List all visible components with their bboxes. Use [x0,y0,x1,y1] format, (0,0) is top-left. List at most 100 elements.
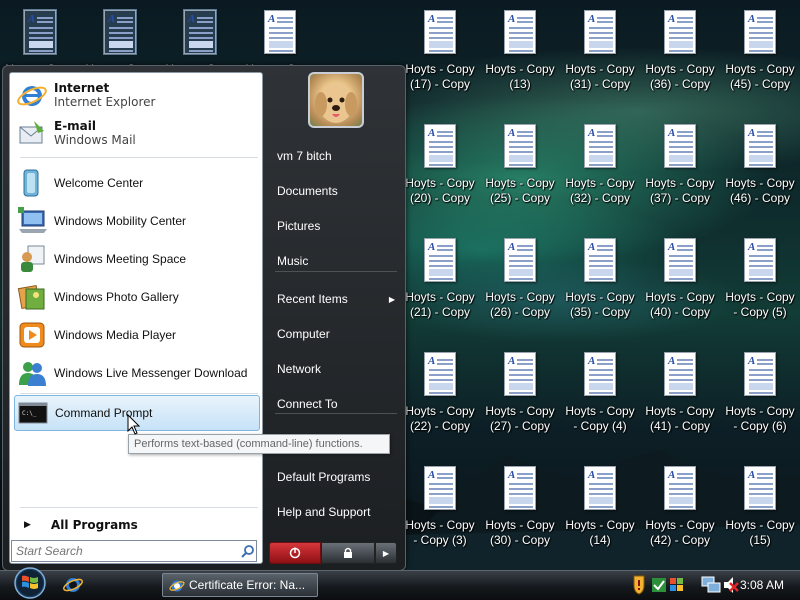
start-link-pictures[interactable]: Pictures [271,212,399,240]
desktop-file-icon[interactable]: A Hoyts - Copy (32) - Copy [560,120,640,230]
file-label-line2: (35) - Copy [569,305,631,319]
start-search-input[interactable] [11,540,257,562]
desktop-file-icon[interactable]: A Hoyts - Copy (22) - Copy [400,348,480,458]
document-icon: A [400,462,480,518]
document-icon: A [720,462,800,518]
start-link-label: Computer [277,327,330,341]
document-icon: A [720,6,800,62]
windows-flag-icon[interactable] [670,578,683,591]
program-live-messenger-download[interactable]: Windows Live Messenger Download [14,355,260,391]
pinned-email[interactable]: E-mail Windows Mail [14,115,260,151]
internet-explorer-icon [169,580,185,592]
desktop-file-icon[interactable]: A Hoyts - Copy (21) - Copy [400,234,480,344]
desktop-file-icon[interactable]: A Hoyts - Copy - Copy (3) [400,462,480,570]
start-link-label: Default Programs [277,470,371,484]
start-link-vm-7-bitch[interactable]: vm 7 bitch [271,142,399,170]
file-label-line1: Hoyts - Copy [485,290,555,304]
document-icon: A [720,234,800,290]
desktop-file-icon[interactable]: A Hoyts - Copy (15) [720,462,800,570]
document-icon: A [400,348,480,404]
start-link-computer[interactable]: Computer [271,320,399,348]
update-check-icon[interactable] [652,578,666,592]
desktop-file-icon[interactable]: A Hoyts - Copy (20) - Copy [400,120,480,230]
shutdown-options-button[interactable]: ▶ [375,542,397,564]
file-label-line2: (37) - Copy [649,191,711,205]
desktop-file-icon[interactable]: A Hoyts - Copy (36) - Copy [640,6,720,116]
desktop-file-icon[interactable]: A Hoyts - Copy (13) [480,6,560,116]
document-icon: A [400,120,480,176]
program-label: Welcome Center [54,176,144,190]
desktop-file-icon[interactable]: A Hoyts - Copy (26) - Copy [480,234,560,344]
document-icon: A [480,234,560,290]
document-icon: A [560,348,640,404]
desktop-file-icon[interactable]: A Hoyts - Copy (37) - Copy [640,120,720,230]
desktop-file-icon[interactable]: A Hoyts - Copy - Copy (4) [560,348,640,458]
program-welcome-center[interactable]: Welcome Center [14,165,260,201]
pinned-title: E-mail [54,119,97,133]
pinned-internet[interactable]: Internet Internet Explorer [14,77,260,113]
program-media-player[interactable]: Windows Media Player [14,317,260,353]
start-button[interactable] [8,566,52,600]
program-mobility-center[interactable]: Windows Mobility Center [14,203,260,239]
start-link-default-programs[interactable]: Default Programs [271,463,399,491]
start-link-label: Pictures [277,219,321,233]
quick-launch-ie-icon[interactable] [62,574,84,596]
svg-text:C:\_: C:\_ [22,410,37,417]
power-icon [289,547,301,559]
file-label-line1: Hoyts - Copy [645,290,715,304]
document-icon: A [400,6,480,62]
document-icon: A [720,120,800,176]
desktop-file-icon[interactable]: A Hoyts - Copy (14) [560,462,640,570]
document-icon: A [240,6,320,62]
file-label-line2: - Copy (4) [573,419,627,433]
all-programs-button[interactable]: ▶ All Programs [18,515,258,535]
document-icon: A [640,6,720,62]
document-icon: A [640,348,720,404]
start-link-music[interactable]: Music [271,247,399,275]
file-label-line1: Hoyts - Copy [405,176,475,190]
volume-muted-icon[interactable] [724,577,739,593]
photo-gallery-icon [16,281,48,313]
taskbar-button-certificate-error[interactable]: Certificate Error: Na... [162,573,318,597]
file-label-line1: Hoyts - Copy [405,404,475,418]
desktop-file-icon[interactable]: A Hoyts - Copy (35) - Copy [560,234,640,344]
user-avatar[interactable] [308,72,364,128]
taskbar-clock[interactable]: 3:08 AM [740,574,784,596]
desktop-file-icon[interactable]: A Hoyts - Copy (42) - Copy [640,462,720,570]
taskbar-button-label: Certificate Error: Na... [189,578,306,592]
file-label-line1: Hoyts - Copy [725,176,795,190]
desktop-file-icon[interactable]: A Hoyts - Copy (41) - Copy [640,348,720,458]
search-icon[interactable] [241,544,255,558]
start-link-documents[interactable]: Documents [271,177,399,205]
program-photo-gallery[interactable]: Windows Photo Gallery [14,279,260,315]
desktop-file-icon[interactable]: A Hoyts - Copy (27) - Copy [480,348,560,458]
start-link-recent-items[interactable]: Recent Items ▶ [271,285,399,313]
desktop-file-icon[interactable]: A Hoyts - Copy - Copy (5) [720,234,800,344]
document-icon: A [640,462,720,518]
security-shield-icon[interactable] [633,575,645,595]
program-meeting-space[interactable]: Windows Meeting Space [14,241,260,277]
desktop-file-icon[interactable]: A Hoyts - Copy (46) - Copy [720,120,800,230]
messenger-icon [16,357,48,389]
start-link-network[interactable]: Network [271,355,399,383]
network-icon[interactable] [701,576,721,593]
file-label-line2: (14) [589,533,611,547]
file-label-line1: Hoyts - Copy [725,404,795,418]
desktop-file-icon[interactable]: A Hoyts - Copy (31) - Copy [560,6,640,116]
desktop-file-icon[interactable]: A Hoyts - Copy (30) - Copy [480,462,560,570]
desktop-file-icon[interactable]: A Hoyts - Copy (25) - Copy [480,120,560,230]
file-label-line1: Hoyts - Copy [485,518,555,532]
power-button[interactable] [269,542,321,564]
file-label-line2: (45) - Copy [729,77,791,91]
lock-button[interactable] [321,542,375,564]
desktop-file-icon[interactable]: A Hoyts - Copy (17) - Copy [400,6,480,116]
pinned-title: Internet [54,81,110,95]
desktop-file-icon[interactable]: A Hoyts - Copy - Copy (6) [720,348,800,458]
file-label-line2: (21) - Copy [409,305,471,319]
file-label-line1: Hoyts - Copy [485,62,555,76]
desktop-file-icon[interactable]: A Hoyts - Copy (45) - Copy [720,6,800,116]
start-link-connect-to[interactable]: Connect To [271,390,399,418]
desktop-file-icon[interactable]: A Hoyts - Copy (40) - Copy [640,234,720,344]
document-icon: A [480,462,560,518]
start-link-help-and-support[interactable]: Help and Support [271,498,399,526]
